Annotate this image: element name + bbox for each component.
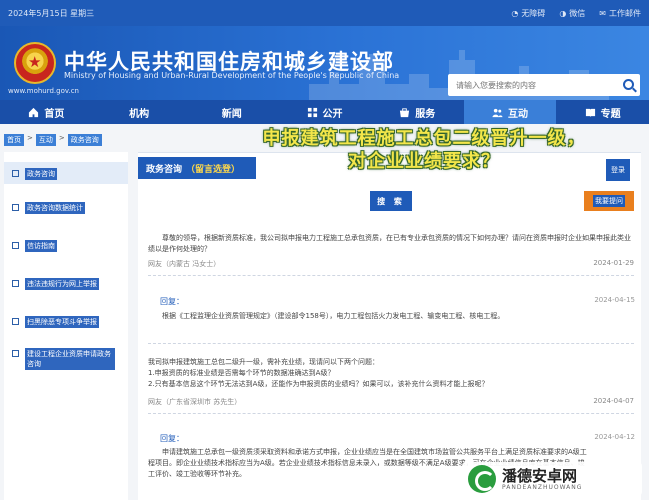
question-user: 网友（内蒙古 冯女士） bbox=[148, 260, 221, 268]
ask-question-button[interactable]: 我要提问 bbox=[584, 191, 634, 211]
main-content: 政务咨询 （留言选登） 申报建筑工程施工总包二级晋升一级， 对企业业绩要求？ 登… bbox=[138, 128, 641, 500]
nav-topics[interactable]: 专题 bbox=[556, 100, 649, 124]
search-icon[interactable] bbox=[623, 79, 634, 90]
nav-org[interactable]: 机构 bbox=[93, 100, 186, 124]
top-bar: 2024年5月15日 星期三 ◔ 无障碍 ◑ 微信 ✉ 工作邮件 bbox=[0, 0, 649, 26]
nav-open[interactable]: 公开 bbox=[278, 100, 371, 124]
nav-news[interactable]: 新闻 bbox=[185, 100, 278, 124]
current-date: 2024年5月15日 星期三 bbox=[8, 9, 95, 18]
monitor-icon bbox=[12, 280, 19, 287]
reply-text: 根据《工程监理企业资质管理规定》（建设部令158号），电力工程包括火力发电工程、… bbox=[148, 312, 505, 320]
sidebar: 政务咨询 政务咨询数据统计 信访指南 违法违规行为网上举报 扫黑除恶专项斗争举报… bbox=[4, 152, 128, 500]
breadcrumb-interact[interactable]: 互动 bbox=[35, 134, 56, 146]
main-nav: 首页 机构 新闻 公开 服务 互动 专题 bbox=[0, 100, 649, 124]
nav-home[interactable]: 首页 bbox=[0, 100, 93, 124]
sidebar-item-crime-report[interactable]: 扫黑除恶专项斗争举报 bbox=[4, 316, 128, 328]
divider bbox=[148, 275, 634, 276]
question-meta: 网友（广东省深圳市 苏先生） 2024-04-07 bbox=[148, 397, 636, 407]
watermark-subtitle: PANDEANZHUOWANG bbox=[502, 483, 583, 491]
book-icon bbox=[585, 108, 595, 117]
breadcrumb-separator: > bbox=[27, 134, 33, 142]
watermark-logo-icon bbox=[468, 465, 496, 493]
breadcrumb-home[interactable]: 首页 bbox=[4, 134, 24, 146]
watermark-title: 潘德安卓网 bbox=[502, 466, 578, 485]
site-search bbox=[448, 74, 640, 96]
grid-icon bbox=[307, 107, 317, 117]
accessibility-icon: ◔ bbox=[511, 9, 519, 18]
site-title-english: Ministry of Housing and Urban-Rural Deve… bbox=[64, 71, 400, 80]
search-input[interactable] bbox=[448, 74, 614, 96]
document-icon bbox=[12, 170, 19, 177]
wechat-link[interactable]: ◑ 微信 bbox=[559, 8, 585, 19]
sidebar-item-consult[interactable]: 政务咨询 bbox=[4, 162, 128, 184]
question-user: 网友（广东省深圳市 苏先生） bbox=[148, 398, 242, 406]
divider bbox=[148, 343, 634, 344]
report-icon bbox=[12, 318, 19, 325]
mail-icon: ✉ bbox=[599, 9, 606, 18]
divider bbox=[148, 413, 634, 414]
question-meta: 网友（内蒙古 冯女士） 2024-01-29 bbox=[148, 259, 636, 269]
reply-label: 回复： bbox=[160, 297, 184, 306]
wechat-icon: ◑ bbox=[559, 9, 567, 18]
breadcrumb-current[interactable]: 政务咨询 bbox=[67, 134, 102, 146]
search-button[interactable]: 搜 索 bbox=[370, 191, 412, 211]
national-emblem-icon bbox=[14, 42, 56, 84]
question-text: 尊敬的领导，根据新资质标准，我公司拟申报电力工程施工总承包资质，在已有专业承包资… bbox=[148, 234, 631, 253]
question-text: 我司拟申报建筑施工总包二级升一级，需补充业绩，现请问以下两个问题： 1.申报资质… bbox=[148, 358, 489, 388]
guide-icon bbox=[12, 242, 19, 249]
sidebar-item-statistics[interactable]: 政务咨询数据统计 bbox=[4, 202, 128, 214]
work-mail-link[interactable]: ✉ 工作邮件 bbox=[599, 8, 641, 19]
chart-icon bbox=[12, 204, 19, 211]
accessibility-link[interactable]: ◔ 无障碍 bbox=[511, 8, 545, 19]
service-icon bbox=[400, 107, 410, 117]
watermark: 潘德安卓网 PANDEANZHUOWANG bbox=[462, 462, 642, 496]
login-button[interactable]: 登录 bbox=[606, 159, 630, 181]
question-date: 2024-01-29 bbox=[593, 259, 634, 267]
breadcrumb: 首页 > 互动 > 政务咨询 bbox=[4, 134, 102, 146]
reply-date: 2024-04-12 bbox=[594, 433, 635, 441]
reply-label: 回复： bbox=[160, 434, 184, 443]
nav-service[interactable]: 服务 bbox=[371, 100, 464, 124]
sidebar-item-violation-report[interactable]: 违法违规行为网上举报 bbox=[4, 278, 128, 290]
reply-date: 2024-04-15 bbox=[594, 296, 635, 304]
users-icon bbox=[492, 108, 503, 117]
overlay-title: 申报建筑工程施工总包二级晋升一级， 对企业业绩要求？ bbox=[262, 128, 586, 172]
site-header: 中华人民共和国住房和城乡建设部 Ministry of Housing and … bbox=[0, 26, 649, 100]
building-icon bbox=[12, 350, 19, 357]
home-icon bbox=[29, 107, 39, 117]
breadcrumb-separator: > bbox=[58, 134, 65, 142]
nav-interact[interactable]: 互动 bbox=[463, 100, 557, 124]
sidebar-item-qualification-consult[interactable]: 建设工程企业资质申请政务咨询 bbox=[4, 348, 128, 370]
site-url: www.mohurd.gov.cn bbox=[8, 87, 79, 95]
question-date: 2024-04-07 bbox=[593, 397, 634, 405]
top-links: ◔ 无障碍 ◑ 微信 ✉ 工作邮件 bbox=[511, 8, 641, 19]
sidebar-item-petition-guide[interactable]: 信访指南 bbox=[4, 240, 128, 252]
